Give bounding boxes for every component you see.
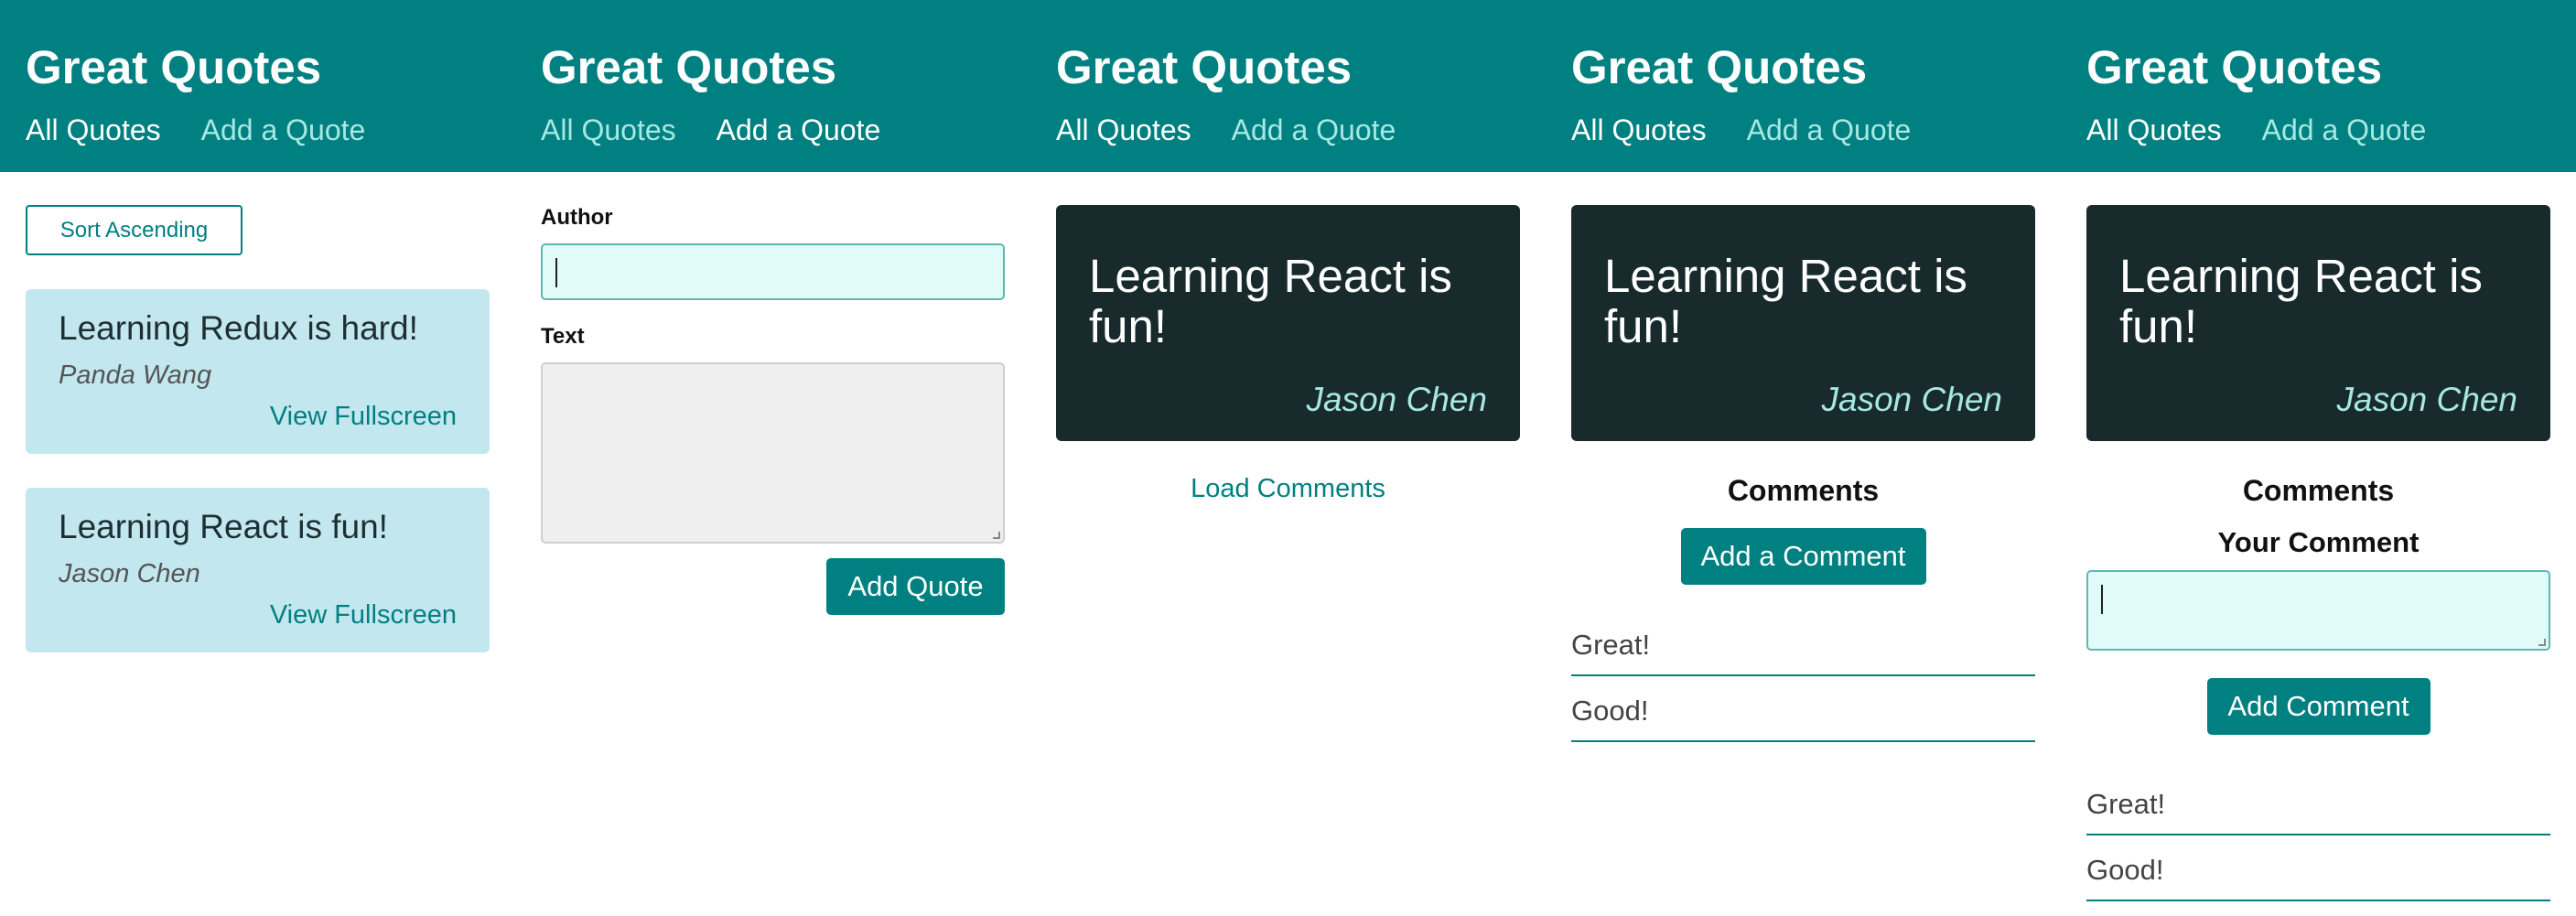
quote-list-item: Learning React is fun! Jason Chen View F… bbox=[26, 488, 490, 652]
highlighted-quote-author: Jason Chen bbox=[2336, 381, 2517, 418]
new-comment-content: Learning React is fun! Jason Chen Commen… bbox=[2086, 205, 2550, 901]
brand-title: Great Quotes bbox=[2086, 41, 2383, 93]
main-nav: All Quotes Add a Quote bbox=[26, 113, 365, 147]
view-fullscreen-link[interactable]: View Fullscreen bbox=[270, 402, 457, 432]
add-comment-submit-button[interactable]: Add Comment bbox=[2206, 678, 2430, 735]
nav-add-quote[interactable]: Add a Quote bbox=[1232, 113, 1396, 147]
highlighted-quote: Learning React is fun! Jason Chen bbox=[1056, 205, 1520, 441]
view-fullscreen-link[interactable]: View Fullscreen bbox=[270, 600, 457, 630]
quote-detail-content: Learning React is fun! Jason Chen Load C… bbox=[1056, 205, 1520, 504]
comment-item: Great! bbox=[1571, 610, 2035, 676]
screen-quote-comments: Great Quotes All Quotes Add a Quote Lear… bbox=[1546, 0, 2061, 916]
nav-add-quote[interactable]: Add a Quote bbox=[1747, 113, 1912, 147]
add-comment-button[interactable]: Add a Comment bbox=[1680, 528, 1926, 585]
text-label: Text bbox=[541, 324, 585, 349]
comment-input[interactable] bbox=[2086, 570, 2550, 651]
brand-title: Great Quotes bbox=[1571, 41, 1868, 93]
comment-item: Good! bbox=[1571, 676, 2035, 742]
text-caret bbox=[2101, 585, 2103, 614]
screen-add-quote: Great Quotes All Quotes Add a Quote Auth… bbox=[515, 0, 1030, 916]
nav-add-quote[interactable]: Add a Quote bbox=[717, 113, 881, 147]
nav-all-quotes[interactable]: All Quotes bbox=[26, 113, 161, 147]
highlighted-quote: Learning React is fun! Jason Chen bbox=[1571, 205, 2035, 441]
quote-author: Panda Wang bbox=[59, 361, 212, 390]
quote-text: Learning Redux is hard! bbox=[59, 309, 418, 347]
nav-all-quotes[interactable]: All Quotes bbox=[541, 113, 676, 147]
quote-text: Learning React is fun! bbox=[59, 508, 388, 545]
comment-item: Great! bbox=[2086, 770, 2550, 835]
quote-comments-content: Learning React is fun! Jason Chen Commen… bbox=[1571, 205, 2035, 742]
quote-author: Jason Chen bbox=[59, 559, 200, 588]
brand-title: Great Quotes bbox=[26, 41, 322, 93]
comments-heading: Comments bbox=[2242, 474, 2395, 507]
highlighted-quote-author: Jason Chen bbox=[1306, 381, 1487, 418]
nav-add-quote[interactable]: Add a Quote bbox=[2262, 113, 2427, 147]
highlighted-quote-text: Learning React is fun! bbox=[1604, 250, 1967, 352]
nav-all-quotes[interactable]: All Quotes bbox=[1056, 113, 1191, 147]
nav-all-quotes[interactable]: All Quotes bbox=[2086, 113, 2222, 147]
submit-comment-row: Add Comment bbox=[2086, 651, 2550, 735]
main-nav: All Quotes Add a Quote bbox=[2086, 113, 2426, 147]
screen-all-quotes: Great Quotes All Quotes Add a Quote Sort… bbox=[0, 0, 515, 916]
main-nav: All Quotes Add a Quote bbox=[541, 113, 880, 147]
brand-title: Great Quotes bbox=[541, 41, 837, 93]
text-caret bbox=[555, 258, 557, 287]
comment-list: Great! Good! bbox=[2086, 770, 2550, 901]
add-quote-button[interactable]: Add Quote bbox=[826, 558, 1005, 615]
comments-heading: Comments bbox=[1727, 474, 1880, 507]
highlighted-quote-author: Jason Chen bbox=[1821, 381, 2002, 418]
main-nav: All Quotes Add a Quote bbox=[1571, 113, 1911, 147]
resize-handle-icon[interactable] bbox=[993, 532, 1000, 539]
nav-add-quote[interactable]: Add a Quote bbox=[201, 113, 366, 147]
author-input[interactable] bbox=[541, 243, 1005, 300]
screen-new-comment: Great Quotes All Quotes Add a Quote Lear… bbox=[2061, 0, 2576, 916]
nav-all-quotes[interactable]: All Quotes bbox=[1571, 113, 1707, 147]
main-nav: All Quotes Add a Quote bbox=[1056, 113, 1396, 147]
add-comment-row: Add a Comment bbox=[1571, 508, 2035, 585]
brand-title: Great Quotes bbox=[1056, 41, 1353, 93]
load-comments-link[interactable]: Load Comments bbox=[1056, 474, 1520, 504]
author-label: Author bbox=[541, 205, 613, 230]
sort-button[interactable]: Sort Ascending bbox=[26, 205, 243, 255]
comment-list: Great! Good! bbox=[1571, 610, 2035, 742]
quote-form: Author Text Add Quote bbox=[541, 205, 1005, 626]
quote-text-input[interactable] bbox=[541, 362, 1005, 544]
your-comment-label: Your Comment bbox=[2217, 526, 2420, 558]
highlighted-quote: Learning React is fun! Jason Chen bbox=[2086, 205, 2550, 441]
quote-list-item: Learning Redux is hard! Panda Wang View … bbox=[26, 289, 490, 454]
highlighted-quote-text: Learning React is fun! bbox=[1089, 250, 1452, 352]
highlighted-quote-text: Learning React is fun! bbox=[2119, 250, 2483, 352]
screen-quote-detail: Great Quotes All Quotes Add a Quote Lear… bbox=[1030, 0, 1546, 916]
quotes-list-content: Sort Ascending Learning Redux is hard! P… bbox=[26, 205, 490, 652]
comment-item: Good! bbox=[2086, 835, 2550, 901]
resize-handle-icon[interactable] bbox=[2538, 639, 2546, 646]
